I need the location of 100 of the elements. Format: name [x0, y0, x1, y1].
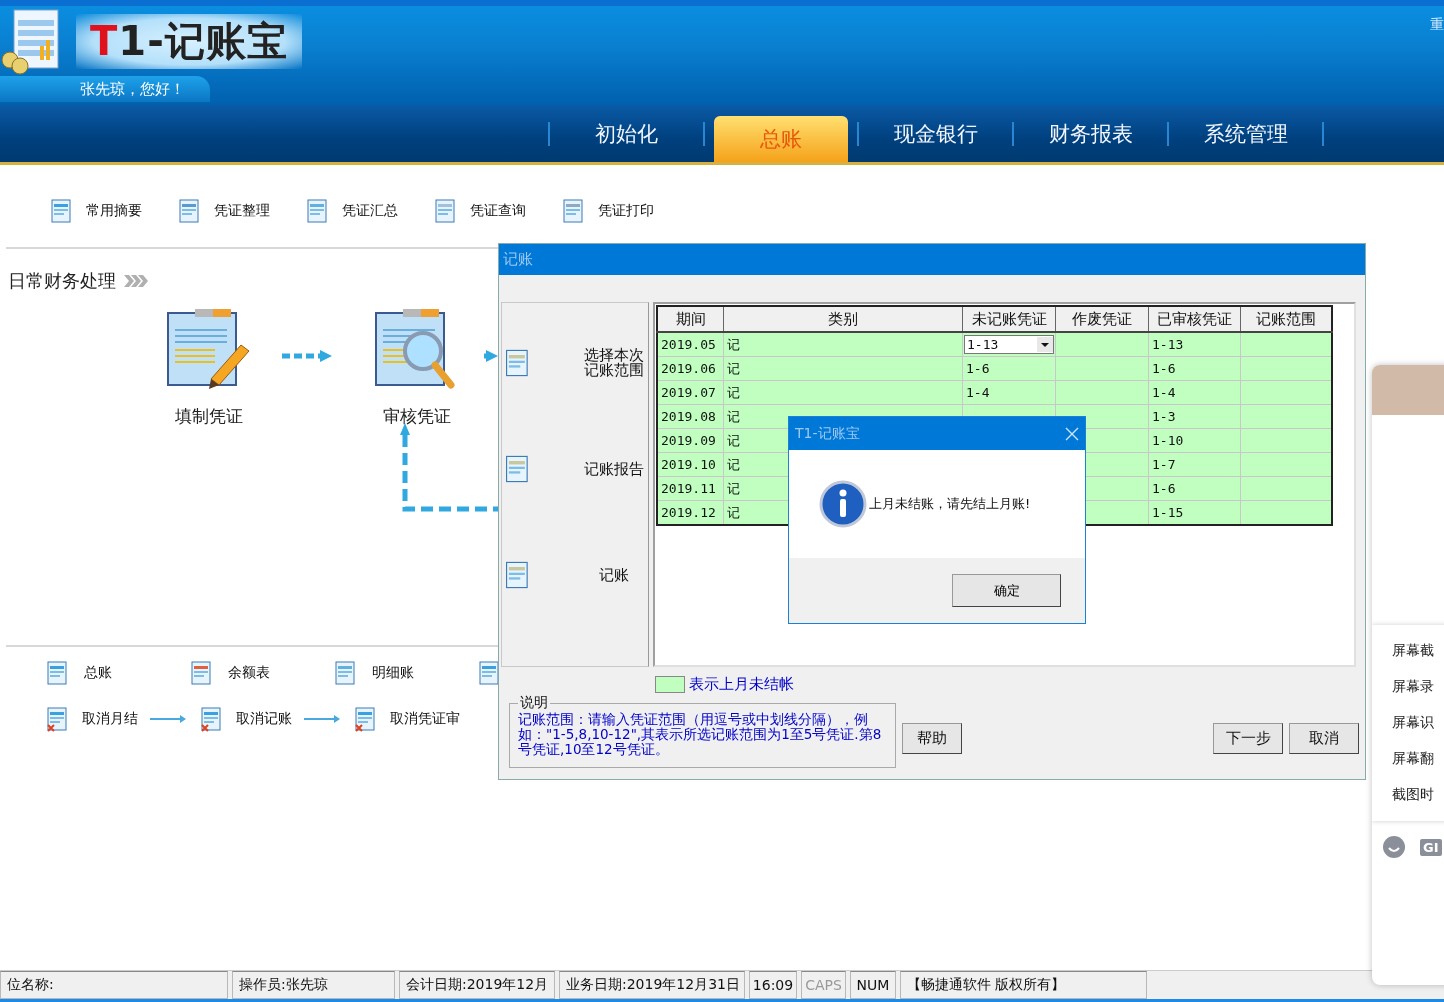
ok-button[interactable]: 确定 — [952, 574, 1061, 607]
status-cell: 业务日期:2019年12月31日 — [559, 971, 745, 999]
dashed-arrow-icon — [282, 350, 332, 362]
nav-tab[interactable]: 财务报表 — [1014, 106, 1167, 162]
table-cell: 2019.09 — [657, 428, 724, 453]
flow-node[interactable]: 审核凭证 — [347, 309, 487, 428]
table-cell: 1-6 — [1148, 356, 1241, 381]
undo-link[interactable]: 取消凭证审 — [352, 705, 460, 733]
corner-text: 重 — [1430, 16, 1444, 34]
table-cell: 记 — [723, 380, 963, 405]
table-cell: 1-13 — [1148, 332, 1241, 357]
toolbar-item[interactable]: 凭证整理 — [176, 197, 270, 225]
table-cell: 记 — [723, 356, 963, 381]
nav-tab[interactable]: 系统管理 — [1169, 106, 1322, 162]
table-cell: 1-4 — [966, 385, 990, 400]
status-cell: NUM — [850, 971, 896, 999]
table-cell: 2019.06 — [657, 356, 724, 381]
table-cell: 1-10 — [1148, 428, 1241, 453]
chevrons-icon — [124, 275, 148, 287]
info-icon — [819, 480, 867, 528]
toolbar-label: 常用摘要 — [86, 202, 142, 220]
flow-node[interactable]: 填制凭证 — [139, 309, 279, 428]
dialog-title: 记账 — [499, 244, 1365, 275]
table-cell: 1-4 — [1148, 380, 1241, 405]
dashed-arrow-icon — [400, 423, 498, 513]
menu-item[interactable]: 屏幕翻 — [1372, 741, 1444, 777]
column-header: 类别 — [723, 306, 963, 332]
menu-item[interactable]: 屏幕识 — [1372, 705, 1444, 741]
undo-label: 取消记账 — [236, 710, 292, 728]
table-cell: 2019.07 — [657, 380, 724, 405]
document-pencil-icon — [167, 309, 251, 391]
toolbar-label: 凭证打印 — [598, 202, 654, 220]
menu-item[interactable]: 截图时 — [1372, 777, 1444, 813]
report-link[interactable]: 总账 — [44, 659, 188, 687]
toolbar-label: 凭证查询 — [470, 202, 526, 220]
step-label: 记账报告 — [584, 461, 644, 477]
report-link[interactable]: 明细账 — [332, 659, 476, 687]
note-text: 记账范围：请输入凭证范围（用逗号或中划线分隔），例如："1-5,8,10-12",其表示所选记账范围为1至5号凭证.第8号凭证,10至12号凭证。 — [518, 712, 883, 757]
flow-node-label: 审核凭证 — [383, 405, 451, 428]
toolbar-item[interactable]: 凭证汇总 — [304, 197, 398, 225]
close-icon[interactable] — [1065, 426, 1079, 441]
table-cell: 2019.08 — [657, 404, 724, 429]
menu-item[interactable]: 屏幕录 — [1372, 669, 1444, 705]
arrow-icon — [304, 715, 340, 723]
table-cell: 2019.11 — [657, 476, 724, 501]
report-label: 明细账 — [372, 664, 414, 682]
column-header: 已审核凭证 — [1148, 306, 1241, 332]
column-header: 未记账凭证 — [962, 306, 1056, 332]
greeting-text: 张先琼，您好！ — [0, 76, 210, 102]
toolbar-label: 凭证整理 — [214, 202, 270, 220]
dashed-arrow-icon — [484, 350, 498, 362]
column-header: 记账范围 — [1240, 306, 1332, 332]
toolbar-item[interactable]: 常用摘要 — [48, 197, 142, 225]
table-cell: 记 — [723, 332, 963, 357]
report-label: 余额表 — [228, 664, 270, 682]
section-title: 日常财务处理 — [8, 269, 116, 293]
undo-link[interactable]: 取消月结 — [44, 705, 138, 733]
legend-swatch — [655, 676, 685, 693]
status-cell: 会计日期:2019年12月 — [399, 971, 555, 999]
step-label: 记账 — [598, 567, 630, 583]
panel-header — [1372, 365, 1444, 415]
menu-item[interactable]: 屏幕截 — [1372, 633, 1444, 669]
status-cell: 位名称: — [0, 971, 228, 999]
undo-label: 取消月结 — [82, 710, 138, 728]
toolbar-label: 凭证汇总 — [342, 202, 398, 220]
flow-node-label: 填制凭证 — [175, 405, 243, 428]
step-label: 选择本次记账范围 — [584, 348, 644, 378]
table-cell: 2019.10 — [657, 452, 724, 477]
status-cell: 【畅捷通软件 版权所有】 — [900, 971, 1147, 999]
table-cell: 1-15 — [1148, 500, 1241, 525]
table-cell: 2019.05 — [657, 332, 724, 357]
undo-link[interactable]: 取消记账 — [198, 705, 292, 733]
column-header: 期间 — [657, 306, 724, 332]
toolbar-item[interactable]: 凭证打印 — [560, 197, 654, 225]
table-cell: 1-7 — [1148, 452, 1241, 477]
report-label: 总账 — [84, 664, 112, 682]
smiley-icon[interactable] — [1382, 835, 1406, 859]
status-cell: CAPS — [801, 971, 846, 999]
next-button[interactable]: 下一步 — [1213, 723, 1283, 754]
spreadsheet-coins-icon — [0, 6, 62, 76]
legend-label: 表示上月未结帐 — [689, 675, 794, 694]
status-cell: 操作员:张先琼 — [232, 971, 395, 999]
report-link[interactable]: 余额表 — [188, 659, 332, 687]
table-cell: 2019.12 — [657, 500, 724, 525]
app-logo-title: T1-记账宝 — [76, 13, 302, 69]
nav-tab[interactable]: 初始化 — [550, 106, 703, 162]
table-cell: 1-6 — [1148, 476, 1241, 501]
caret-icon — [1037, 337, 1053, 352]
help-button[interactable]: 帮助 — [902, 723, 962, 754]
range-dropdown[interactable]: 1-13 — [964, 335, 1054, 354]
status-cell: 16:09 — [749, 971, 797, 999]
nav-tab[interactable]: 现金银行 — [859, 106, 1012, 162]
column-header: 作废凭证 — [1055, 306, 1149, 332]
table-cell: 1-6 — [966, 361, 990, 376]
cancel-button[interactable]: 取消 — [1289, 723, 1359, 754]
arrow-icon — [150, 715, 186, 723]
note-title: 说明 — [519, 694, 549, 712]
table-cell: 1-3 — [1148, 404, 1241, 429]
undo-label: 取消凭证审 — [390, 710, 460, 728]
toolbar-item[interactable]: 凭证查询 — [432, 197, 526, 225]
